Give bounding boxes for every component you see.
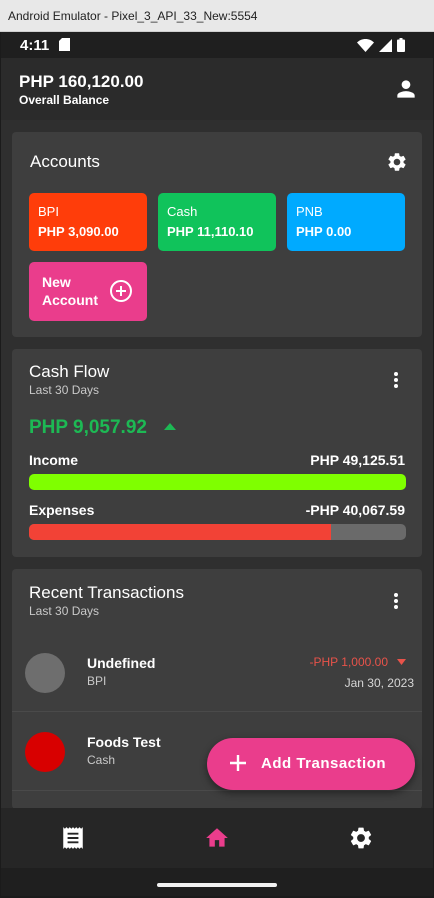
- account-name: BPI: [38, 204, 59, 219]
- recent-transactions-subtitle: Last 30 Days: [29, 604, 100, 618]
- arrow-up-icon: [164, 423, 176, 430]
- transaction-account: Cash: [87, 753, 116, 767]
- receipt-icon[interactable]: [60, 825, 86, 851]
- battery-icon: [397, 38, 405, 52]
- account-name: PNB: [296, 204, 323, 219]
- category-color-dot: [25, 732, 65, 772]
- new-account-label: New Account: [42, 274, 98, 308]
- signal-icon: [379, 38, 392, 52]
- net-cash-flow: PHP 9,057.92: [29, 417, 147, 438]
- account-name: Cash: [167, 204, 198, 219]
- bottom-navigation: [1, 808, 433, 868]
- cash-flow-title: Cash Flow: [29, 362, 110, 381]
- cash-flow-more-icon[interactable]: [393, 371, 399, 389]
- phone-screen: 4:11 PHP 160,120.00 Overall Balance Acco…: [1, 32, 433, 896]
- status-icons: [357, 38, 405, 52]
- account-tile-pnb[interactable]: PNB PHP 0.00: [287, 193, 405, 251]
- transaction-category: Foods Test: [87, 734, 161, 750]
- expenses-value: -PHP 40,067.59: [305, 502, 405, 518]
- category-color-dot: [25, 653, 65, 693]
- transaction-row[interactable]: Undefined BPI -PHP 1,000.00 Jan 30, 2023: [12, 634, 422, 712]
- status-time: 4:11: [20, 37, 50, 54]
- expenses-label: Expenses: [29, 502, 95, 518]
- transaction-account: BPI: [87, 674, 107, 688]
- add-transaction-label: Add Transaction: [261, 755, 387, 772]
- recent-transactions-more-icon[interactable]: [393, 592, 399, 610]
- accounts-card: Accounts BPI PHP 3,090.00 Cash PHP 11,11…: [12, 132, 422, 337]
- status-bar: 4:11: [1, 32, 433, 58]
- add-transaction-button[interactable]: Add Transaction: [207, 738, 415, 790]
- transaction-category: Undefined: [87, 655, 156, 671]
- overall-balance-amount: PHP 160,120.00: [19, 72, 144, 91]
- sd-card-icon: [59, 38, 70, 56]
- gesture-handle[interactable]: [157, 883, 277, 887]
- new-account-button[interactable]: New Account: [29, 262, 147, 321]
- expenses-bar: [29, 524, 406, 540]
- accounts-title: Accounts: [30, 152, 100, 171]
- transaction-date: Jan 30, 2023: [344, 676, 414, 690]
- transaction-amount: -PHP 1,000.00: [309, 655, 389, 669]
- income-bar-fill: [29, 474, 406, 490]
- account-amount: PHP 0.00: [296, 224, 352, 239]
- cash-flow-card: Cash Flow Last 30 Days PHP 9,057.92 Inco…: [12, 349, 422, 557]
- emulator-window-title: Android Emulator - Pixel_3_API_33_New:55…: [0, 0, 434, 32]
- gesture-bar: [1, 868, 433, 896]
- income-value: PHP 49,125.51: [310, 452, 405, 468]
- expenses-bar-fill: [29, 524, 331, 540]
- overall-balance-label: Overall Balance: [19, 93, 110, 107]
- wifi-icon: [357, 38, 374, 52]
- accounts-settings-gear-icon[interactable]: [386, 151, 408, 173]
- account-tile-bpi[interactable]: BPI PHP 3,090.00: [29, 193, 147, 251]
- app-bar: PHP 160,120.00 Overall Balance: [1, 58, 433, 120]
- plus-icon: [230, 755, 246, 771]
- arrow-down-icon: [397, 659, 406, 665]
- income-bar: [29, 474, 406, 490]
- cash-flow-subtitle: Last 30 Days: [29, 383, 100, 397]
- home-icon[interactable]: [204, 825, 230, 851]
- account-amount: PHP 11,110.10: [167, 224, 254, 239]
- account-tile-cash[interactable]: Cash PHP 11,110.10: [158, 193, 276, 251]
- account-amount: PHP 3,090.00: [38, 224, 119, 239]
- recent-transactions-title: Recent Transactions: [29, 583, 184, 602]
- settings-gear-icon[interactable]: [348, 825, 374, 851]
- income-label: Income: [29, 452, 79, 468]
- add-circle-icon: [110, 280, 132, 302]
- account-icon[interactable]: [393, 76, 419, 102]
